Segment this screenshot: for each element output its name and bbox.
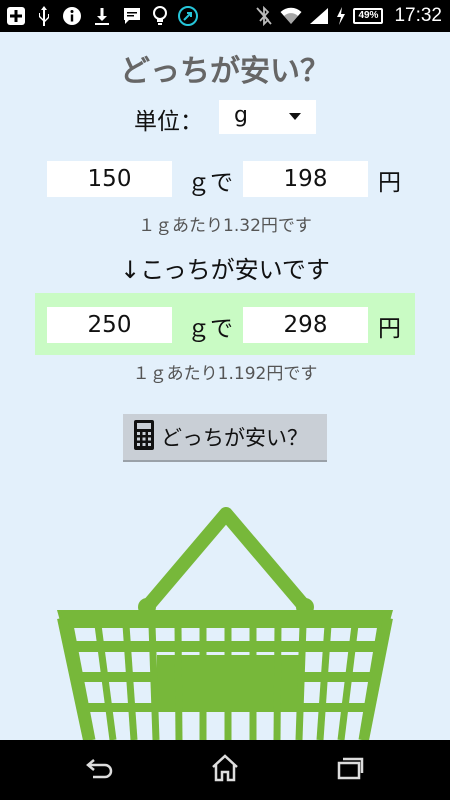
unit-dropdown[interactable]: g [219, 100, 316, 134]
download-icon [92, 6, 112, 26]
recent-apps-button[interactable] [330, 754, 370, 786]
calculator-icon [133, 419, 155, 455]
item2-currency: 円 [378, 316, 401, 342]
bulb-icon [152, 5, 168, 27]
item1-currency: 円 [378, 170, 401, 196]
item1-row: ｇで 円 [0, 159, 450, 199]
page-title: どっちが安い？ [120, 54, 330, 89]
status-time: 17:32 [394, 5, 442, 26]
status-bar: 49% 17:32 [0, 0, 450, 32]
back-button[interactable] [80, 754, 120, 786]
item2-per-unit: １ｇあたり1.192円です [132, 364, 318, 384]
charging-icon [336, 7, 346, 25]
item2-row: ｇで 円 [0, 305, 450, 345]
item2-price-input[interactable] [243, 307, 368, 343]
unit-dropdown-value: g [234, 103, 248, 128]
compare-button-label: どっちが安い？ [161, 426, 308, 450]
item1-quantity-input[interactable] [47, 161, 172, 197]
result-text: ↓こっちが安いです [120, 256, 330, 284]
dropdown-caret-icon [289, 113, 301, 120]
item1-price-input[interactable] [243, 161, 368, 197]
status-bar-notifications [6, 4, 198, 28]
info-icon [62, 6, 82, 26]
bluetooth-off-icon [255, 6, 273, 26]
signal-icon [309, 7, 329, 25]
item2-quantity-input[interactable] [47, 307, 172, 343]
arrow-circle-icon [178, 6, 198, 26]
add-box-icon [6, 6, 26, 26]
recent-apps-icon [335, 756, 365, 784]
compare-button[interactable]: どっちが安い？ [123, 414, 327, 462]
home-icon [210, 754, 240, 786]
back-icon [85, 757, 115, 783]
item1-unit-suffix: ｇで [187, 170, 233, 196]
item1-per-unit: １ｇあたり1.32円です [138, 216, 312, 236]
message-icon [122, 6, 142, 26]
wifi-icon [280, 7, 302, 25]
item2-unit-suffix: ｇで [187, 316, 233, 342]
shopping-basket-icon [57, 507, 393, 740]
unit-label: 単位： [134, 109, 203, 135]
usb-icon [36, 5, 52, 27]
home-button[interactable] [205, 754, 245, 786]
navigation-bar [0, 740, 450, 800]
status-bar-system: 49% 17:32 [255, 4, 442, 28]
battery-icon: 49% [353, 8, 384, 24]
unit-row: 単位： g [0, 100, 450, 135]
